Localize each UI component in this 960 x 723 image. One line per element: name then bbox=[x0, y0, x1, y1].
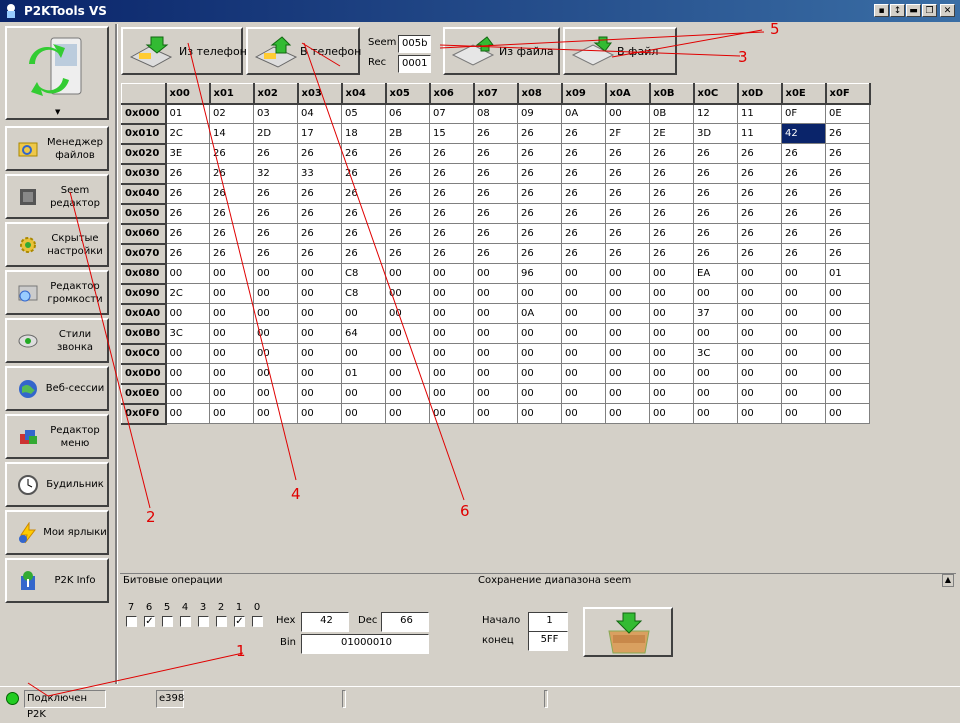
annotation-number: 1 bbox=[236, 642, 246, 660]
annotation-number: 3 bbox=[738, 48, 748, 66]
annotation-line-4 bbox=[187, 42, 297, 481]
annotation-number: 2 bbox=[146, 508, 156, 526]
annotation-number: 6 bbox=[460, 502, 470, 520]
annotation-overlay bbox=[27, 29, 765, 697]
annotation-line-1 bbox=[27, 682, 49, 697]
annotation-line-6 bbox=[303, 42, 465, 501]
annotation-line-2 bbox=[69, 191, 151, 509]
annotation-number: 5 bbox=[770, 20, 780, 38]
annotation-number: 4 bbox=[291, 485, 301, 503]
annotation-line-1 bbox=[47, 652, 244, 697]
annotation-line-5 bbox=[439, 31, 765, 49]
annotation-line-3 bbox=[439, 44, 741, 57]
